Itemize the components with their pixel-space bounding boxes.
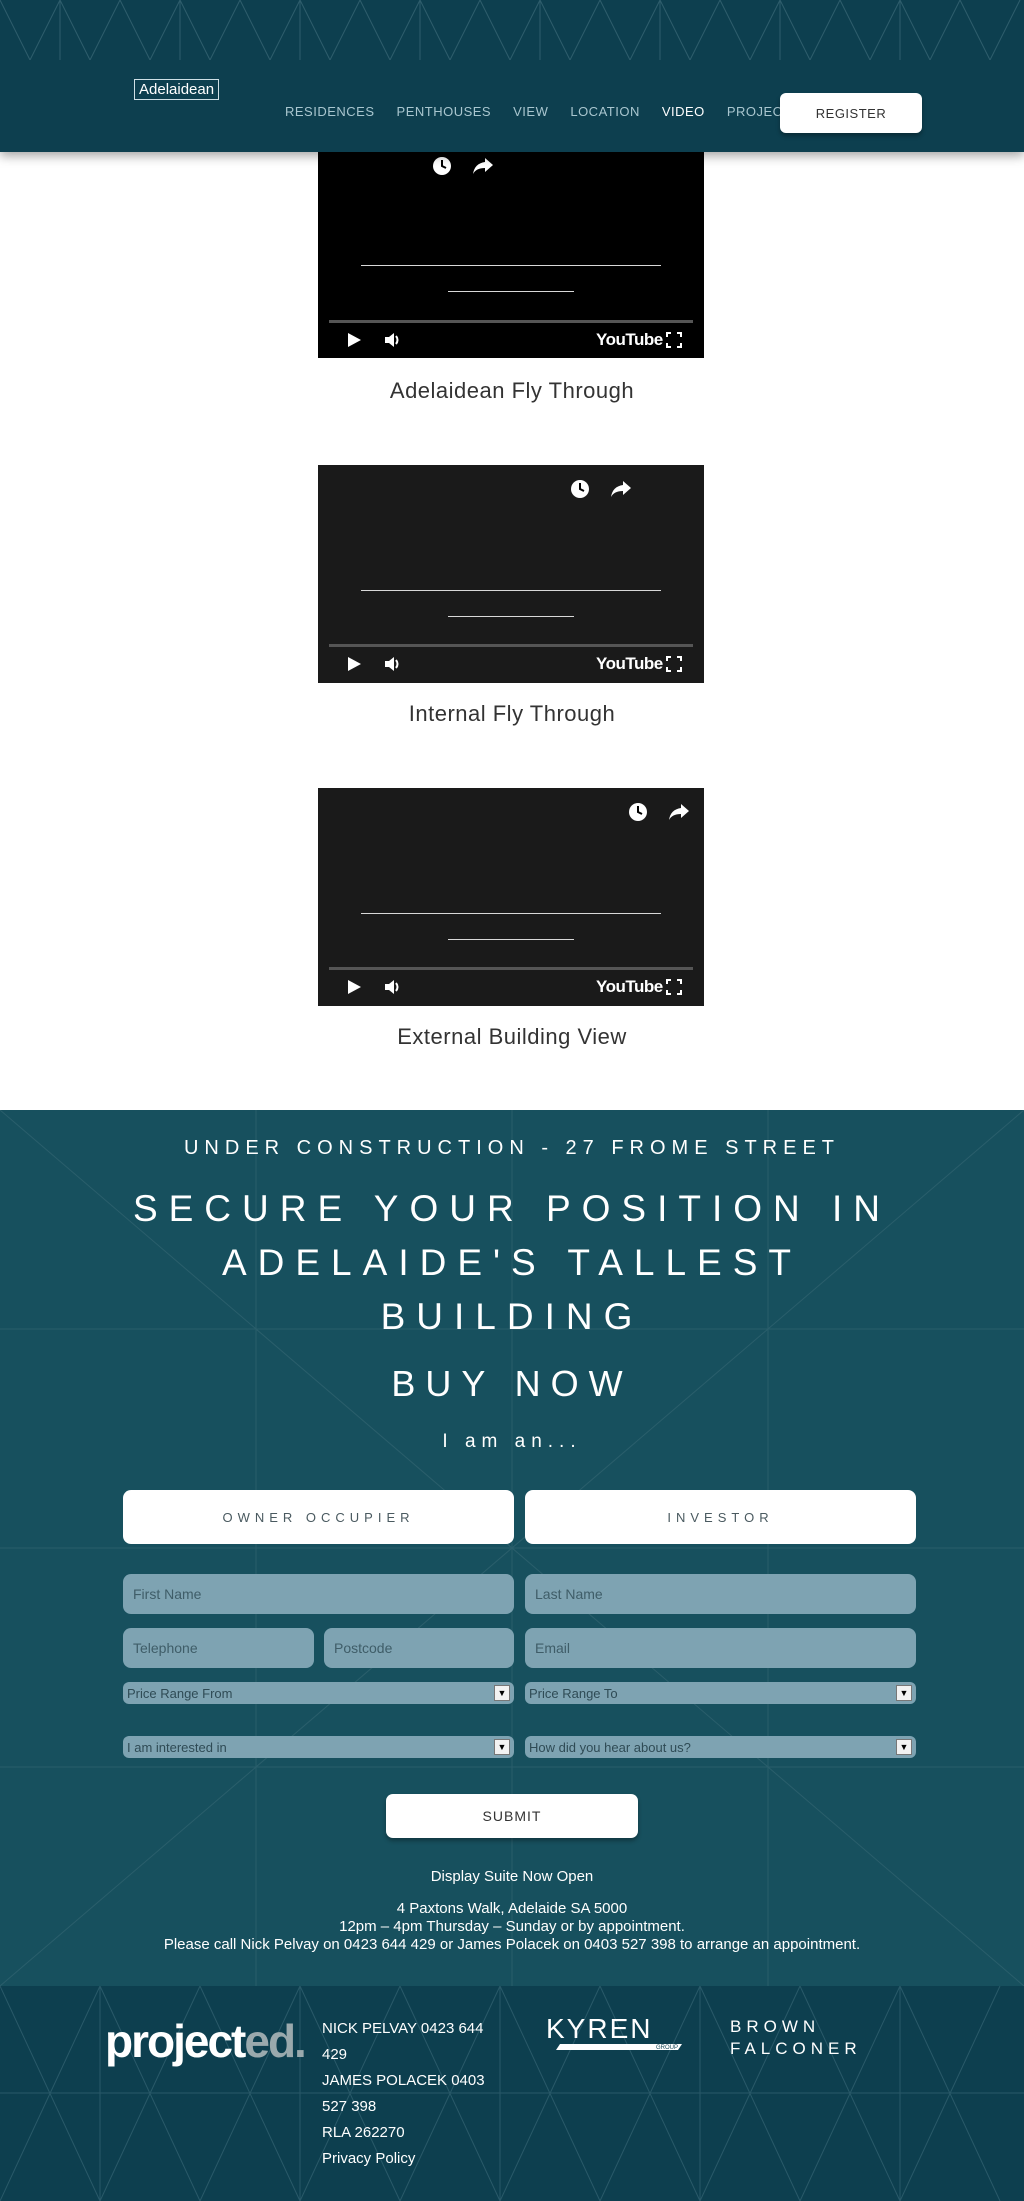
header-pattern bbox=[0, 0, 1021, 60]
submit-button[interactable]: SUBMIT bbox=[386, 1794, 638, 1838]
register-section: UNDER CONSTRUCTION - 27 FROME STREET SEC… bbox=[0, 1110, 1024, 1986]
falconer-logo-text: FALCONER bbox=[730, 2039, 862, 2058]
youtube-logo[interactable]: YouTube bbox=[596, 978, 663, 996]
video-player-1[interactable]: YouTube bbox=[318, 120, 704, 358]
first-name-field[interactable]: First Name bbox=[123, 1574, 514, 1614]
video-player-3[interactable]: YouTube bbox=[318, 788, 704, 1006]
fullscreen-icon[interactable] bbox=[666, 656, 682, 676]
brown-logo-text: BROWN bbox=[730, 2017, 820, 2036]
youtube-logo[interactable]: YouTube bbox=[596, 331, 663, 349]
nav-location[interactable]: LOCATION bbox=[570, 104, 640, 120]
contact-james: JAMES POLACEK 0403 527 398 bbox=[322, 2072, 485, 2115]
hear-about-select[interactable]: How did you hear about us? ▼ bbox=[525, 1736, 916, 1758]
title-placeholder-line bbox=[361, 265, 661, 266]
video-caption: External Building View bbox=[397, 1024, 627, 1049]
title-placeholder-line bbox=[448, 616, 574, 617]
title-placeholder-line bbox=[448, 939, 574, 940]
play-icon[interactable] bbox=[346, 979, 362, 999]
contact-nick: NICK PELVAY 0423 644 429 bbox=[322, 2020, 484, 2063]
fullscreen-icon[interactable] bbox=[666, 979, 682, 999]
secure-headline: SECURE YOUR POSITION IN ADELAIDE'S TALLE… bbox=[132, 1188, 892, 1337]
display-suite-label: Display Suite Now Open bbox=[430, 1868, 594, 1885]
price-from-select[interactable]: Price Range From ▼ bbox=[123, 1682, 514, 1704]
telephone-field[interactable]: Telephone bbox=[123, 1628, 314, 1668]
brown-falconer-logo[interactable]: BROWN FALCONER bbox=[730, 2016, 870, 2060]
watch-later-icon[interactable] bbox=[570, 479, 590, 503]
kyren-logo-text: KYREN bbox=[546, 2014, 652, 2044]
video-player-2[interactable]: YouTube bbox=[318, 465, 704, 683]
youtube-logo[interactable]: YouTube bbox=[596, 655, 663, 673]
privacy-policy-link[interactable]: Privacy Policy bbox=[322, 2146, 512, 2172]
title-placeholder-line bbox=[448, 291, 574, 292]
progress-bar[interactable] bbox=[329, 320, 693, 323]
watch-later-icon[interactable] bbox=[628, 802, 648, 826]
price-from-label: Price Range From bbox=[127, 1685, 233, 1701]
video-caption: Internal Fly Through bbox=[408, 701, 616, 726]
investor-button[interactable]: INVESTOR bbox=[525, 1490, 916, 1544]
title-placeholder-line bbox=[361, 590, 661, 591]
address-text: 4 Paxtons Walk, Adelaide SA 5000 bbox=[396, 1900, 628, 1917]
last-name-field[interactable]: Last Name bbox=[525, 1574, 916, 1614]
main-nav: RESIDENCES PENTHOUSES VIEW LOCATION VIDE… bbox=[285, 104, 813, 120]
price-to-select[interactable]: Price Range To ▼ bbox=[525, 1682, 916, 1704]
nav-penthouses[interactable]: PENTHOUSES bbox=[397, 104, 492, 120]
email-field[interactable]: Email bbox=[525, 1628, 916, 1668]
interested-in-label: I am interested in bbox=[127, 1739, 227, 1755]
share-icon[interactable] bbox=[472, 157, 494, 179]
hours-text: 12pm – 4pm Thursday – Sunday or by appoi… bbox=[339, 1918, 685, 1935]
projected-logo[interactable]: projected. bbox=[105, 2014, 307, 2068]
title-placeholder-line bbox=[361, 913, 661, 914]
site-footer: projected. NICK PELVAY 0423 644 429 JAME… bbox=[0, 1986, 1024, 2201]
chevron-down-icon: ▼ bbox=[494, 1685, 510, 1701]
kyren-logo[interactable]: KYREN GROUP bbox=[546, 2014, 686, 2058]
nav-view[interactable]: VIEW bbox=[513, 104, 548, 120]
chevron-down-icon: ▼ bbox=[896, 1739, 912, 1755]
chevron-down-icon: ▼ bbox=[896, 1685, 912, 1701]
progress-bar[interactable] bbox=[329, 967, 693, 970]
nav-video[interactable]: VIDEO bbox=[662, 104, 705, 120]
under-construction-label: UNDER CONSTRUCTION - 27 FROME STREET bbox=[183, 1137, 841, 1159]
hear-about-label: How did you hear about us? bbox=[529, 1739, 691, 1755]
volume-icon[interactable] bbox=[384, 979, 402, 999]
progress-bar[interactable] bbox=[329, 644, 693, 647]
share-icon[interactable] bbox=[610, 480, 632, 502]
rla-number: RLA 262270 bbox=[322, 2124, 405, 2141]
owner-occupier-button[interactable]: OWNER OCCUPIER bbox=[123, 1490, 514, 1544]
buy-now-heading: BUY NOW bbox=[391, 1363, 633, 1404]
site-logo[interactable]: Adelaidean bbox=[134, 79, 220, 100]
interested-in-select[interactable]: I am interested in ▼ bbox=[123, 1736, 514, 1758]
kyren-logo-subtext: GROUP bbox=[656, 2045, 678, 2051]
play-icon[interactable] bbox=[346, 656, 362, 676]
video-caption: Adelaidean Fly Through bbox=[389, 378, 635, 403]
volume-icon[interactable] bbox=[384, 332, 402, 352]
postcode-field[interactable]: Postcode bbox=[324, 1628, 514, 1668]
contact-block: NICK PELVAY 0423 644 429 JAMES POLACEK 0… bbox=[322, 2016, 512, 2172]
projected-logo-suffix: ed. bbox=[244, 2015, 306, 2067]
fullscreen-icon[interactable] bbox=[666, 332, 682, 352]
call-text: Please call Nick Pelvay on 0423 644 429 … bbox=[163, 1936, 861, 1953]
share-icon[interactable] bbox=[668, 803, 690, 825]
volume-icon[interactable] bbox=[384, 656, 402, 676]
watch-later-icon[interactable] bbox=[432, 156, 452, 180]
projected-logo-main: project bbox=[105, 2015, 246, 2067]
i-am-label: I am an... bbox=[442, 1431, 582, 1452]
nav-residences[interactable]: RESIDENCES bbox=[285, 104, 375, 120]
play-icon[interactable] bbox=[346, 332, 362, 352]
price-to-label: Price Range To bbox=[529, 1685, 618, 1701]
register-button[interactable]: REGISTER bbox=[780, 93, 922, 133]
chevron-down-icon: ▼ bbox=[494, 1739, 510, 1755]
site-header: Adelaidean RESIDENCES PENTHOUSES VIEW LO… bbox=[0, 0, 1024, 152]
